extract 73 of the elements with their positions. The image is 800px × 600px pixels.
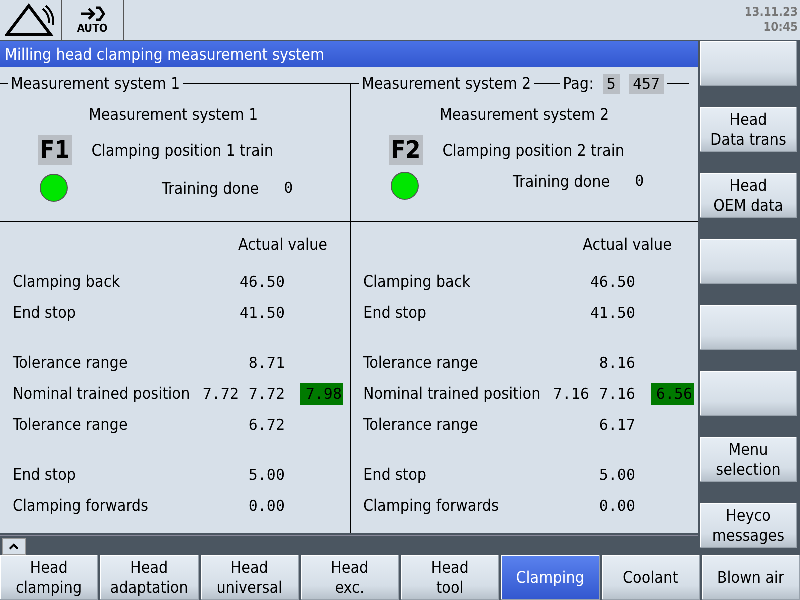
row-label: End stop	[364, 465, 428, 484]
actual-value: 5.00	[599, 466, 636, 484]
softkey-tab[interactable]: Blown air	[702, 555, 800, 600]
set-value: 7.16	[553, 384, 590, 402]
row-label: Tolerance range	[364, 415, 480, 434]
row-label: End stop	[13, 465, 78, 484]
mode-label: AUTO	[77, 23, 108, 34]
actual-value: 8.16	[599, 354, 636, 372]
training-value: 0	[284, 179, 294, 197]
actual-value: 6.17	[599, 416, 636, 434]
actual-value: 0.00	[599, 496, 636, 514]
row-label: Tolerance range	[13, 415, 129, 434]
function-key-label: F2	[389, 135, 423, 165]
column-header: Actual value	[238, 234, 328, 254]
row-label: Clamping back	[13, 272, 122, 291]
training-value: 0	[635, 172, 644, 190]
softkey[interactable]: Menu selection	[700, 437, 797, 482]
row-label: Tolerance range	[13, 353, 129, 372]
softkey-tab[interactable]: Clamping	[501, 555, 600, 600]
train-label: Clamping position 1 train	[92, 140, 274, 160]
caret-up-icon	[9, 543, 19, 550]
softkey-tab[interactable]: Head clamping	[0, 555, 98, 600]
training-label: Training done	[513, 172, 610, 191]
softkey-tab[interactable]: Head adaptation	[100, 555, 198, 600]
softkey[interactable]: Head Data trans	[700, 107, 797, 152]
trained-value: 7.98	[300, 382, 343, 404]
actual-value: 7.16	[599, 384, 636, 402]
blank-softkey[interactable]	[700, 239, 797, 284]
softkey-tab[interactable]: Head universal	[200, 555, 299, 600]
actual-value: 8.71	[248, 354, 285, 372]
scroll-up-button[interactable]	[2, 538, 26, 555]
actual-value: 0.00	[248, 496, 285, 514]
softkey-tab[interactable]: Head tool	[401, 555, 500, 600]
system-heading: Measurement system 2	[350, 100, 698, 128]
actual-value: 5.00	[248, 466, 285, 484]
softkey[interactable]: Heyco messages	[700, 503, 797, 548]
actual-value: 46.50	[590, 272, 636, 290]
blank-softkey[interactable]	[700, 41, 797, 86]
softkey-tab[interactable]: Head exc.	[300, 555, 399, 600]
alarm-triangle-icon	[4, 3, 56, 37]
page-number: 5	[602, 74, 620, 94]
time-label: 10:45	[764, 20, 798, 35]
frame-title: Measurement system 2	[362, 74, 532, 93]
row-label: Clamping back	[364, 272, 472, 291]
page-label: Pag:	[563, 74, 594, 93]
row-label: End stop	[364, 303, 428, 322]
system-heading: Measurement system 1	[88, 104, 260, 126]
row-label: Nominal trained position	[364, 384, 542, 403]
blank-softkey[interactable]	[700, 305, 797, 350]
set-value: 7.72	[202, 384, 239, 402]
row-label: End stop	[13, 303, 78, 322]
actual-value: 7.72	[248, 384, 285, 402]
frame-title: Measurement system 1	[11, 74, 180, 93]
trained-value: 6.56	[650, 382, 694, 404]
row-label: Nominal trained position	[13, 384, 192, 403]
training-label: Training done	[162, 178, 260, 198]
row-label: Clamping forwards	[364, 496, 500, 515]
page-total: 457	[628, 74, 664, 94]
window-title: Milling head clamping measurement system	[5, 44, 325, 64]
actual-value: 46.50	[240, 272, 285, 290]
actual-value: 6.72	[248, 416, 285, 434]
train-label: Clamping position 2 train	[442, 140, 624, 160]
function-key-label: F1	[38, 135, 72, 165]
softkey[interactable]: Head OEM data	[700, 173, 797, 218]
actual-value: 41.50	[590, 304, 636, 322]
date-label: 13.11.23	[744, 5, 798, 20]
actual-value: 41.50	[240, 304, 285, 322]
blank-softkey[interactable]	[700, 371, 797, 416]
column-header: Actual value	[583, 234, 672, 254]
row-label: Tolerance range	[364, 353, 480, 372]
row-label: Clamping forwards	[13, 496, 150, 515]
enter-arrow-icon	[78, 6, 106, 22]
softkey-tab[interactable]: Coolant	[602, 555, 700, 600]
